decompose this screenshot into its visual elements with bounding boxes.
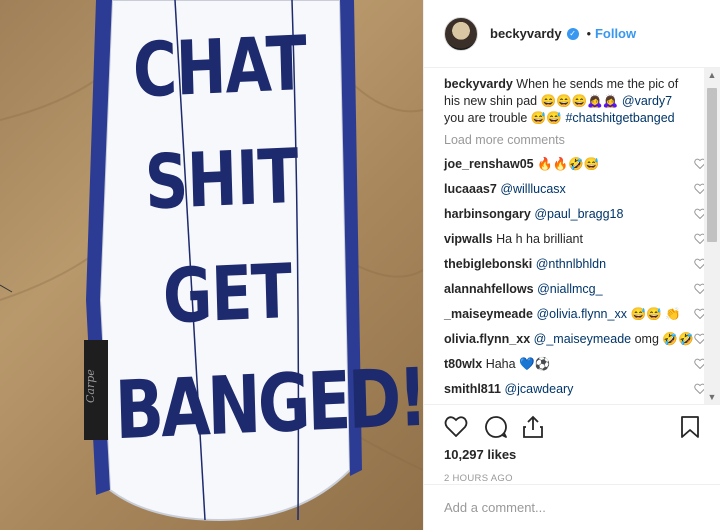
likes-count[interactable]: 10,297 likes	[444, 447, 701, 462]
separator-dot: •	[586, 26, 591, 41]
scrollbar-thumb[interactable]	[707, 88, 717, 242]
comment-row: alannahfellows @niallmcg_	[444, 277, 706, 302]
comments-list[interactable]: beckyvardy When he sends me the pic of h…	[424, 68, 720, 404]
comment-username[interactable]: _maiseymeade	[444, 307, 533, 321]
scroll-up-arrow-icon[interactable]: ▲	[704, 68, 720, 82]
heart-icon[interactable]	[444, 415, 468, 437]
post-actions: 10,297 likes 2 HOURS AGO	[424, 404, 720, 484]
post-header: beckyvardy ✓ • Follow	[424, 0, 720, 68]
comment-row: _maiseymeade @olivia.flynn_xx 😅😅 👏	[444, 302, 706, 327]
comment-mention[interactable]: @_maiseymeade	[534, 332, 631, 346]
comment-row: olivia.flynn_xx @_maiseymeade omg 🤣🤣	[444, 327, 706, 352]
comment-row: harbinsongary @paul_bragg18	[444, 202, 706, 227]
comment-text: Ha h ha brilliant	[496, 232, 583, 246]
header-username[interactable]: beckyvardy	[490, 26, 562, 41]
load-more-comments-button[interactable]: Load more comments	[444, 133, 720, 147]
post-sidebar: beckyvardy ✓ • Follow beckyvardy When he…	[423, 0, 720, 530]
pad-line-1: CHAT	[131, 20, 308, 116]
share-icon[interactable]	[522, 415, 544, 439]
caption-hashtag[interactable]: #chatshitgetbanged	[565, 111, 674, 125]
add-comment-input[interactable]: Add a comment...	[424, 484, 720, 530]
comment-row: smithl811 @jcawdeary	[444, 377, 706, 402]
comment-username[interactable]: joe_renshaw05	[444, 157, 534, 171]
comment-username[interactable]: smithl811	[444, 382, 501, 396]
comment-username[interactable]: alannahfellows	[444, 282, 534, 296]
comment-row: lucaaas7 @willlucasx	[444, 177, 706, 202]
comment-username[interactable]: thebiglebonski	[444, 257, 532, 271]
comment-mention[interactable]: @olivia.flynn_xx	[536, 307, 627, 321]
caption-mention[interactable]: @vardy7	[622, 94, 672, 108]
comment-row: thebiglebonski @nthnlbhldn	[444, 252, 706, 277]
avatar[interactable]	[444, 16, 478, 51]
comment-username[interactable]: vipwalls	[444, 232, 493, 246]
verified-icon: ✓	[566, 27, 579, 40]
comment-mention[interactable]: @niallmcg_	[537, 282, 603, 296]
caption-username[interactable]: beckyvardy	[444, 77, 513, 91]
comment-text: 🔥🔥🤣😅	[537, 157, 600, 171]
comment-text: Haha 💙⚽	[485, 357, 551, 371]
comment-mention[interactable]: @paul_bragg18	[534, 207, 623, 221]
comment-mention[interactable]: @jcawdeary	[504, 382, 573, 396]
bookmark-icon[interactable]	[680, 415, 700, 439]
comment-text: 😅😅 👏	[630, 307, 681, 321]
comment-text: omg 🤣🤣	[634, 332, 694, 346]
action-bar	[444, 411, 701, 441]
follow-button[interactable]: Follow	[595, 26, 636, 41]
scroll-down-arrow-icon[interactable]: ▼	[704, 390, 720, 404]
comments-scrollbar[interactable]: ▲ ▼	[704, 68, 720, 404]
comment-username[interactable]: t80wlx	[444, 357, 482, 371]
caption-text-2: you are trouble 😅😅	[444, 111, 562, 125]
pad-line-2: SHIT	[143, 133, 299, 228]
comment-username[interactable]: harbinsongary	[444, 207, 531, 221]
comment-row: vipwalls Ha h ha brilliant	[444, 227, 706, 252]
caption: beckyvardy When he sends me the pic of h…	[444, 76, 694, 127]
comment-row: t80wlx Haha 💙⚽	[444, 352, 706, 377]
brand-tag: Carpe	[84, 340, 108, 440]
comment-username[interactable]: lucaaas7	[444, 182, 497, 196]
comment-icon[interactable]	[484, 415, 508, 439]
comment-mention[interactable]: @willlucasx	[500, 182, 565, 196]
post-photo[interactable]: CHAT SHIT GET BANGED! Carpe	[0, 0, 423, 530]
pad-line-3: GET	[161, 248, 293, 342]
comment-row: joe_renshaw05 🔥🔥🤣😅	[444, 152, 706, 177]
comment-username[interactable]: olivia.flynn_xx	[444, 332, 530, 346]
comment-mention[interactable]: @nthnlbhldn	[536, 257, 606, 271]
pad-line-4: BANGED!	[113, 352, 423, 459]
post-timestamp[interactable]: 2 HOURS AGO	[444, 473, 701, 484]
